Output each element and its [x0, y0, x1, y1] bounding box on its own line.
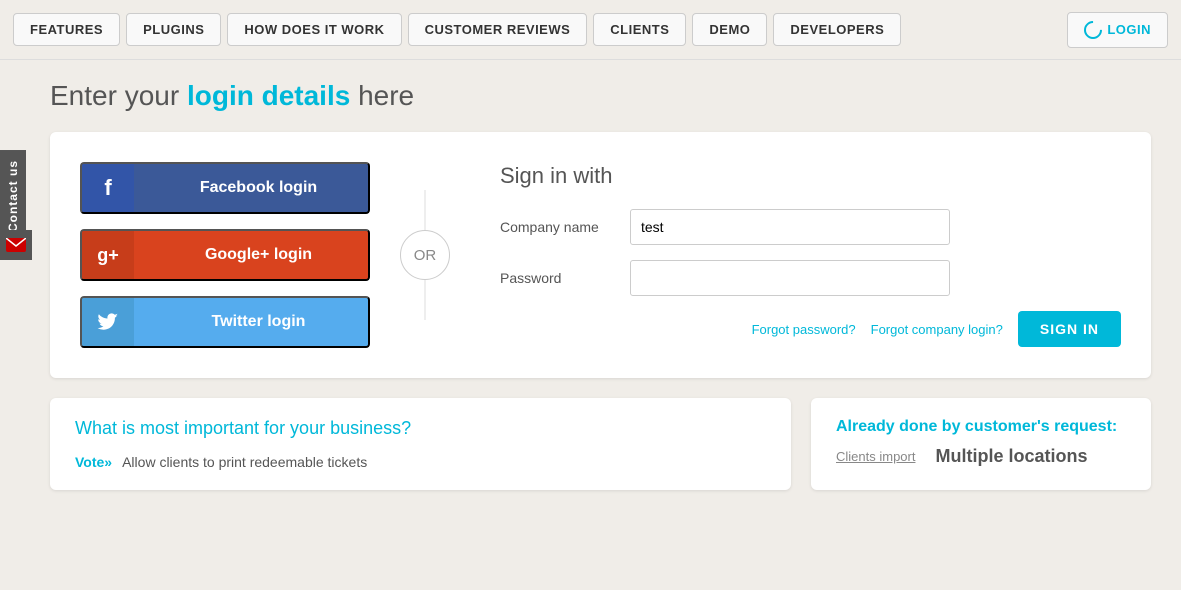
forgot-company-link[interactable]: Forgot company login? [871, 322, 1003, 337]
google-login-button[interactable]: g+ Google+ login [80, 229, 370, 281]
password-label: Password [500, 270, 630, 286]
company-name-row: Company name [500, 209, 1121, 245]
password-input[interactable] [630, 260, 950, 296]
nav-item-demo[interactable]: DEMO [692, 13, 767, 46]
bottom-section: What is most important for your business… [50, 398, 1151, 490]
bottom-right-card: Already done by customer's request: Clie… [811, 398, 1151, 490]
bottom-left-card: What is most important for your business… [50, 398, 791, 490]
signin-title: Sign in with [500, 163, 1121, 189]
google-login-label: Google+ login [134, 246, 368, 264]
bottom-left-title: What is most important for your business… [75, 418, 766, 439]
twitter-login-button[interactable]: Twitter login [80, 296, 370, 348]
contact-sidebar[interactable]: Contact us [0, 150, 26, 242]
facebook-login-button[interactable]: f Facebook login [80, 162, 370, 214]
or-divider: OR [370, 230, 480, 280]
vote-row: Vote» Allow clients to print redeemable … [75, 454, 766, 470]
form-actions: Forgot password? Forgot company login? S… [500, 311, 1121, 347]
bottom-right-links: Clients import Multiple locations [836, 446, 1126, 467]
twitter-login-label: Twitter login [134, 313, 368, 331]
login-card: f Facebook login g+ Google+ login Twitte… [50, 132, 1151, 378]
facebook-icon: f [82, 162, 134, 214]
google-icon: g+ [82, 229, 134, 281]
page-title: Enter your login details here [50, 80, 1151, 112]
clients-import-link[interactable]: Clients import [836, 449, 915, 464]
sign-in-button[interactable]: SIGN IN [1018, 311, 1121, 347]
nav-item-plugins[interactable]: PLUGINS [126, 13, 221, 46]
nav-item-clients[interactable]: CLIENTS [593, 13, 686, 46]
password-row: Password [500, 260, 1121, 296]
nav-bar: FEATURES PLUGINS HOW DOES IT WORK CUSTOM… [0, 0, 1181, 60]
company-name-input[interactable] [630, 209, 950, 245]
nav-item-how-does-it-work[interactable]: HOW DOES IT WORK [227, 13, 401, 46]
suggestion-text: Allow clients to print redeemable ticket… [122, 454, 367, 470]
signin-form: Sign in with Company name Password Forgo… [480, 163, 1121, 347]
social-login-section: f Facebook login g+ Google+ login Twitte… [80, 162, 370, 348]
or-circle: OR [400, 230, 450, 280]
nav-item-features[interactable]: FEATURES [13, 13, 120, 46]
twitter-icon [82, 296, 134, 348]
vote-link[interactable]: Vote» [75, 454, 112, 470]
facebook-login-label: Facebook login [134, 179, 368, 197]
forgot-password-link[interactable]: Forgot password? [752, 322, 856, 337]
nav-item-customer-reviews[interactable]: CUSTOMER REVIEWS [408, 13, 588, 46]
company-name-label: Company name [500, 219, 630, 235]
login-nav-button[interactable]: LOGIN [1067, 12, 1168, 48]
contact-icon[interactable] [0, 230, 32, 260]
refresh-icon [1081, 17, 1106, 42]
nav-item-developers[interactable]: DEVELOPERS [773, 13, 901, 46]
bottom-right-title: Already done by customer's request: [836, 418, 1126, 436]
multiple-locations-link[interactable]: Multiple locations [935, 446, 1087, 467]
